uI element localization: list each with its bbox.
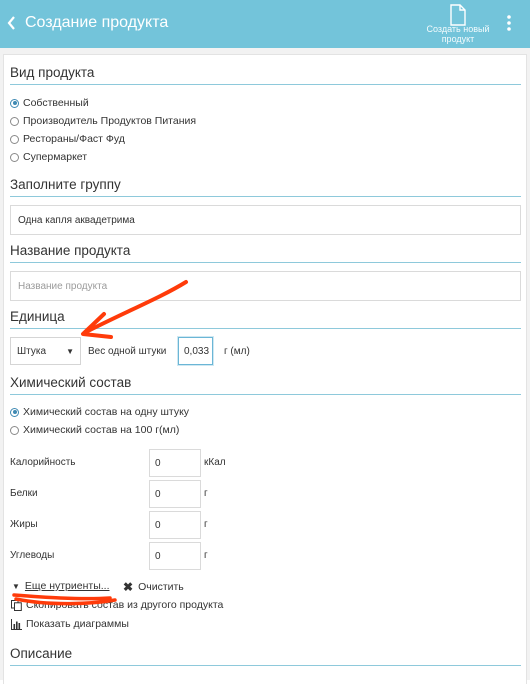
radio-product-type-restaurants[interactable]: Рестораны/Фаст Фуд [10,131,125,147]
radio-product-type-own[interactable]: Собственный [10,95,89,111]
radio-chem-per-piece[interactable]: Химический состав на одну штуку [10,404,189,420]
radio-product-type-supermarket[interactable]: Супермаркет [10,149,87,165]
nutrient-unit-protein: г [204,488,208,499]
caret-down-icon: ▼ [12,581,20,591]
product-name-input[interactable]: Название продукта [10,271,521,301]
group-input[interactable]: Одна капля аквадетрима [10,205,521,235]
unit-weight-label: Вес одной штуки [88,346,167,357]
nutrient-input-carbs[interactable]: 0 [149,542,201,570]
section-chem-heading: Химический состав [10,375,521,395]
section-product-type-heading: Вид продукта [10,65,521,85]
dropdown-caret-icon: ▼ [66,346,74,356]
unit-select[interactable]: Штука ▼ [10,337,81,365]
section-unit-heading: Единица [10,309,521,329]
unit-select-value: Штука [17,345,47,357]
radio-label: Рестораны/Фаст Фуд [23,133,125,145]
radio-label: Собственный [23,97,89,109]
more-nutrients-link[interactable]: ▼ Еще нутриенты... [12,580,110,592]
radio-button[interactable] [10,98,19,108]
radio-button[interactable] [10,116,19,126]
radio-button[interactable] [10,407,19,417]
radio-chem-per-100g[interactable]: Химический состав на 100 г(мл) [10,422,179,438]
nutrient-input-protein[interactable]: 0 [149,480,201,508]
copy-composition-label: Скопировать состав из другого продукта [26,599,224,611]
radio-label: Производитель Продуктов Питания [23,115,197,127]
nutrient-unit-carbs: г [204,550,208,561]
radio-button[interactable] [10,425,19,435]
show-charts-label: Показать диаграммы [26,618,129,630]
page-background: Вид продукта Собственный Производитель П… [0,48,530,684]
copy-icon [11,599,22,611]
bar-chart-icon [11,618,22,630]
create-new-product-label: Создать новый продукт [426,24,490,44]
nutrient-label-protein: Белки [10,488,38,499]
nutrient-unit-fat: г [204,519,208,530]
product-form-card: Вид продукта Собственный Производитель П… [3,54,527,684]
radio-label: Химический состав на одну штуку [23,406,190,418]
radio-button[interactable] [10,152,19,162]
unit-weight-unit: г (мл) [224,346,250,357]
nutrient-input-fat[interactable]: 0 [149,511,201,539]
clear-label: Очистить [138,581,184,593]
page-title: Создание продукта [25,14,169,31]
section-product-name-heading: Название продукта [10,243,521,263]
unit-weight-input[interactable]: 0,033 [178,337,213,365]
section-group-heading: Заполните группу [10,177,521,197]
radio-product-type-manufacturer[interactable]: Производитель Продуктов Питания [10,113,196,129]
more-nutrients-label: Еще нутриенты... [24,580,110,592]
copy-composition-link[interactable]: Скопировать состав из другого продукта [11,599,223,611]
radio-label: Химический состав на 100 г(мл) [23,424,180,436]
close-icon: ✖ [123,580,134,594]
nutrient-label-carbs: Углеводы [10,550,55,561]
radio-button[interactable] [10,134,19,144]
app-header: Создание продукта Создать новый продукт [0,0,530,48]
show-charts-link[interactable]: Показать диаграммы [11,618,129,630]
back-arrow-icon[interactable] [5,12,19,34]
nutrient-input-calories[interactable]: 0 [149,449,201,477]
radio-label: Супермаркет [23,151,88,163]
section-description-heading: Описание [10,646,521,666]
new-document-icon [450,4,466,26]
nutrient-label-calories: Калорийность [10,457,76,468]
nutrient-label-fat: Жиры [10,519,38,530]
nutrient-unit-calories: кКал [204,457,226,468]
create-new-product-button[interactable]: Создать новый продукт [420,0,496,48]
clear-button[interactable]: ✖ Очистить [123,580,184,594]
more-vertical-icon[interactable] [505,12,513,34]
